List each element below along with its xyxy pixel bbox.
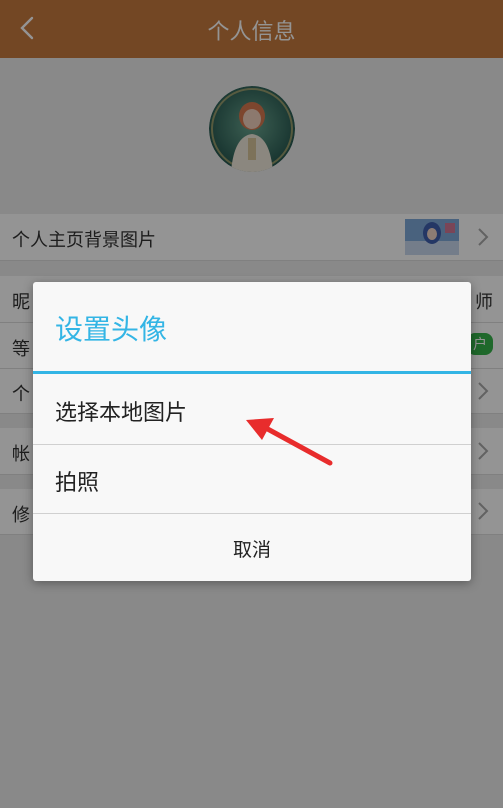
option-label: 拍照 xyxy=(55,471,100,496)
title-divider xyxy=(33,371,471,374)
annotation-arrow xyxy=(246,418,333,466)
option-label: 选择本地图片 xyxy=(55,401,188,426)
cancel-button[interactable]: 取消 xyxy=(33,513,471,581)
cancel-label: 取消 xyxy=(232,539,271,561)
dialog-title: 设置头像 xyxy=(55,313,168,346)
